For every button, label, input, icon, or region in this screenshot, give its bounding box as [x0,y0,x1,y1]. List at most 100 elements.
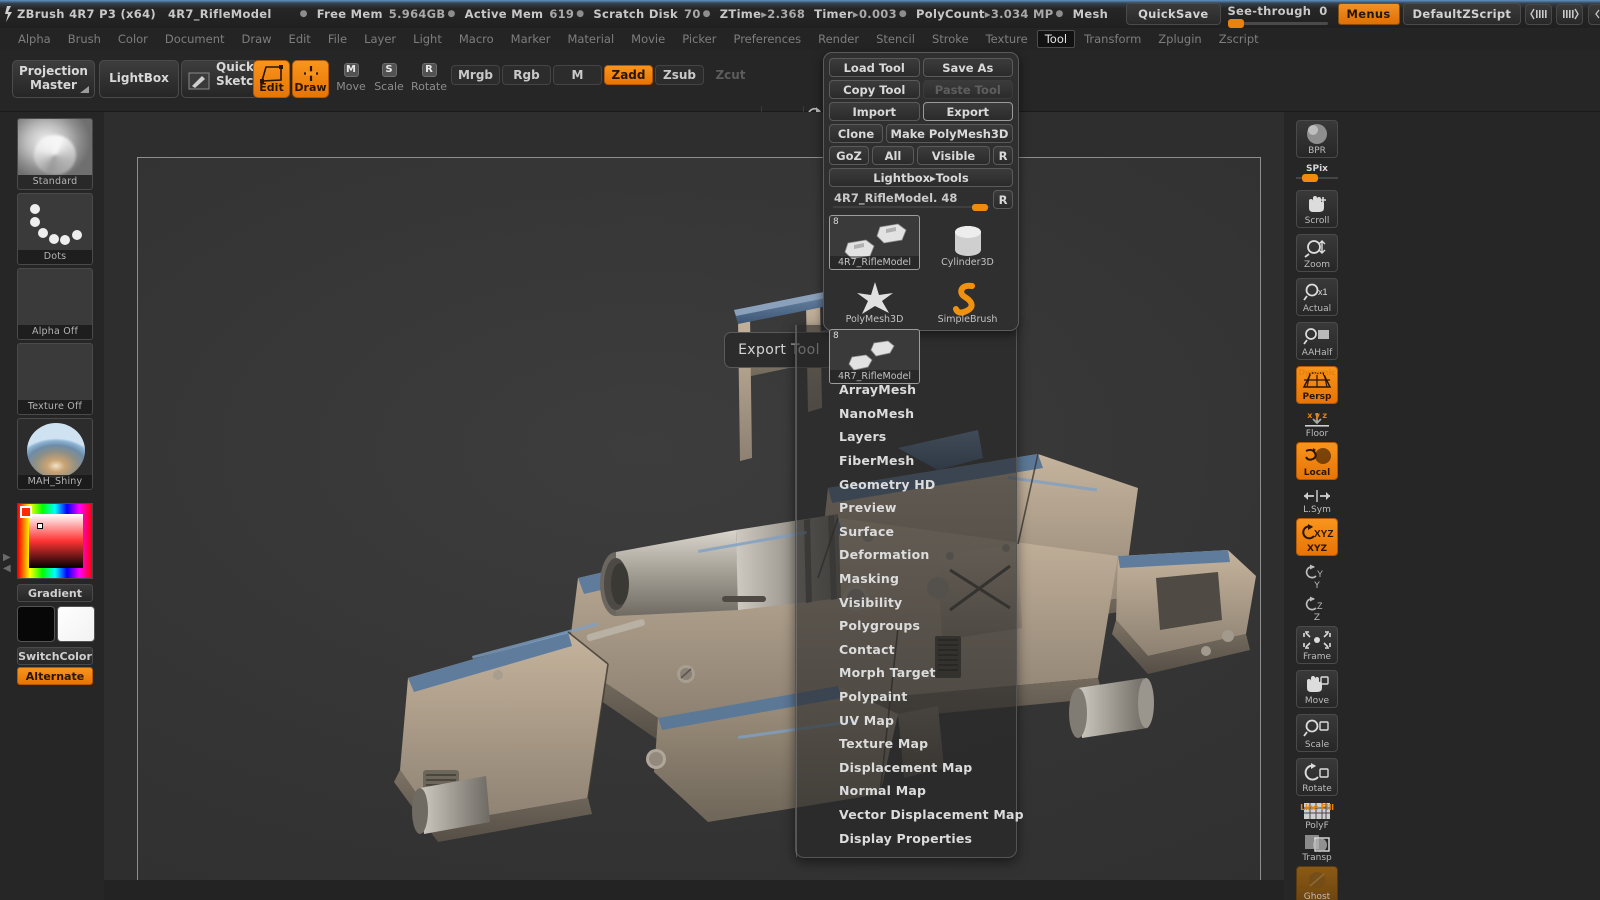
subpalette-morph-target[interactable]: Morph Target [839,665,936,680]
subpalette-normal-map[interactable]: Normal Map [839,783,926,798]
r-button-1[interactable]: R [993,146,1013,165]
menu-alpha[interactable]: Alpha [10,30,59,48]
canvas-area[interactable]: Export Tool [104,112,1284,900]
menus-toggle-button[interactable]: Menus [1337,3,1400,25]
all-button[interactable]: All [872,146,914,165]
right-tool-local[interactable]: Local [1296,442,1338,480]
mrgb-button[interactable]: Mrgb [451,65,500,85]
quick-sketch-button[interactable]: Quick Sketch [181,60,262,98]
quicksave-button[interactable]: QuickSave [1126,3,1221,25]
see-through-slider[interactable]: See-through 0 [1227,4,1328,28]
menu-brush[interactable]: Brush [60,30,109,48]
gradient-button[interactable]: Gradient [17,584,93,602]
subpalette-polygroups[interactable]: Polygroups [839,618,920,633]
right-tool-scale[interactable]: Scale [1296,714,1338,752]
move-button[interactable]: M Move [334,62,368,93]
document-canvas[interactable]: Export Tool [137,157,1261,887]
load-tool-button[interactable]: Load Tool [829,58,920,77]
secondary-color-swatch[interactable] [57,606,95,642]
right-tool-zoom[interactable]: Zoom [1296,234,1338,272]
see-through-knob[interactable] [1227,18,1244,28]
right-tool-floor[interactable]: x y z Floor [1296,410,1338,440]
right-tool-lsym[interactable]: L.Sym [1296,486,1338,516]
menu-material[interactable]: Material [559,30,622,48]
right-tool-persp[interactable]: Dynamic Persp [1296,366,1338,404]
tool-thumb-rifle-b[interactable]: 8 4R7_RifleModel [829,329,920,384]
draw-button[interactable]: Draw [292,60,329,98]
current-tool-knob[interactable] [972,204,988,211]
make-polymesh3d-button[interactable]: Make PolyMesh3D [886,124,1013,143]
menu-bar[interactable]: Alpha Brush Color Document Draw Edit File Layer… [0,28,1600,50]
menu-picker[interactable]: Picker [674,30,724,48]
right-tool-move[interactable]: Move [1296,670,1338,708]
stroke-slot[interactable]: Dots [17,193,93,265]
right-tool-bpr[interactable]: BPR [1296,120,1338,158]
subpalette-geometry-hd[interactable]: Geometry HD [839,477,936,492]
right-tool-z[interactable]: ZZ [1296,594,1338,624]
subpalette-preview[interactable]: Preview [839,500,897,515]
menu-preferences[interactable]: Preferences [725,30,809,48]
subpalette-texture-map[interactable]: Texture Map [839,736,928,751]
zscript-name[interactable]: DefaultZScript [1402,3,1522,25]
edit-button[interactable]: Edit [253,60,290,98]
tool-menu-popup[interactable]: Load Tool Save As Copy Tool Paste Tool I… [823,52,1019,384]
right-tool-actual[interactable]: x1 Actual [1296,278,1338,316]
menu-color[interactable]: Color [110,30,156,48]
subpalette-nanomesh[interactable]: NanoMesh [839,406,914,421]
subpalette-displacement-map[interactable]: Displacement Map [839,760,972,775]
subpalette-fibermesh[interactable]: FiberMesh [839,453,914,468]
menu-render[interactable]: Render [810,30,867,48]
zsub-button[interactable]: Zsub [655,65,704,85]
right-tool-y[interactable]: YY [1296,562,1338,592]
tool-thumb-cylinder[interactable]: Cylinder3D [922,215,1013,270]
menu-layer[interactable]: Layer [356,30,404,48]
export-button[interactable]: Export [922,102,1013,121]
right-tool-ghost[interactable]: Ghost [1296,866,1338,900]
scale-button[interactable]: S Scale [372,62,406,93]
r-button-2[interactable]: R [993,190,1013,209]
alternate-button[interactable]: Alternate [17,667,93,685]
lightbox-tools-button[interactable]: Lightbox▸Tools [829,168,1013,187]
subpalette-surface[interactable]: Surface [839,524,894,539]
material-slot[interactable]: MAH_Shiny [17,418,93,490]
right-slider-spix[interactable]: SPix [1296,164,1338,182]
tool-thumb-simplebrush[interactable]: SimpleBrush [922,272,1013,327]
import-button[interactable]: Import [829,102,920,121]
rgb-button[interactable]: Rgb [502,65,551,85]
primary-color-swatch[interactable] [17,606,55,642]
brush-slot[interactable]: Standard [17,118,93,190]
subpalette-visibility[interactable]: Visibility [839,595,902,610]
zcut-button[interactable]: Zcut [706,65,755,85]
tool-thumb-polymesh3d[interactable]: PolyMesh3D [829,272,920,327]
prev-doc-icon[interactable] [1591,7,1600,21]
document-nav-group[interactable] [1588,3,1600,25]
alpha-slot[interactable]: Alpha Off [17,268,93,340]
m-button[interactable]: M [553,65,602,85]
menu-zplugin[interactable]: Zplugin [1150,30,1209,48]
right-tool-rotate[interactable]: Rotate [1296,758,1338,796]
subpalette-contact[interactable]: Contact [839,642,895,657]
color-picker-cursor[interactable] [37,523,43,529]
save-as-button[interactable]: Save As [922,58,1013,77]
next-script-icon[interactable] [1556,3,1584,25]
right-tool-frame[interactable]: Frame [1296,626,1338,664]
subpalette-deformation[interactable]: Deformation [839,547,929,562]
subpalette-arraymesh[interactable]: ArrayMesh [839,382,916,397]
rifle-3d-model[interactable] [138,158,1261,887]
subpalette-layers[interactable]: Layers [839,429,886,444]
menu-macro[interactable]: Macro [451,30,502,48]
tool-thumbnail-grid[interactable]: 8 4R7_RifleModel Cylinder3D SimpleBrush … [829,215,1013,384]
right-tool-scroll[interactable]: Scroll [1296,190,1338,228]
menu-document[interactable]: Document [157,30,233,48]
tool-thumb-rifle-a[interactable]: 8 4R7_RifleModel [829,215,920,270]
menu-light[interactable]: Light [405,30,450,48]
right-tool-xyz[interactable]: XYZ XYZ [1296,518,1338,556]
rotate-button[interactable]: R Rotate [410,62,448,93]
texture-slot[interactable]: Texture Off [17,343,93,415]
prev-script-icon[interactable] [1525,3,1553,25]
right-slider-knob-spix[interactable] [1302,174,1318,182]
visible-button[interactable]: Visible [917,146,990,165]
right-tool-polyf[interactable]: Line Fill PolyF [1296,802,1338,832]
clone-button[interactable]: Clone [829,124,883,143]
right-tool-aahalf[interactable]: AAHalf [1296,322,1338,360]
